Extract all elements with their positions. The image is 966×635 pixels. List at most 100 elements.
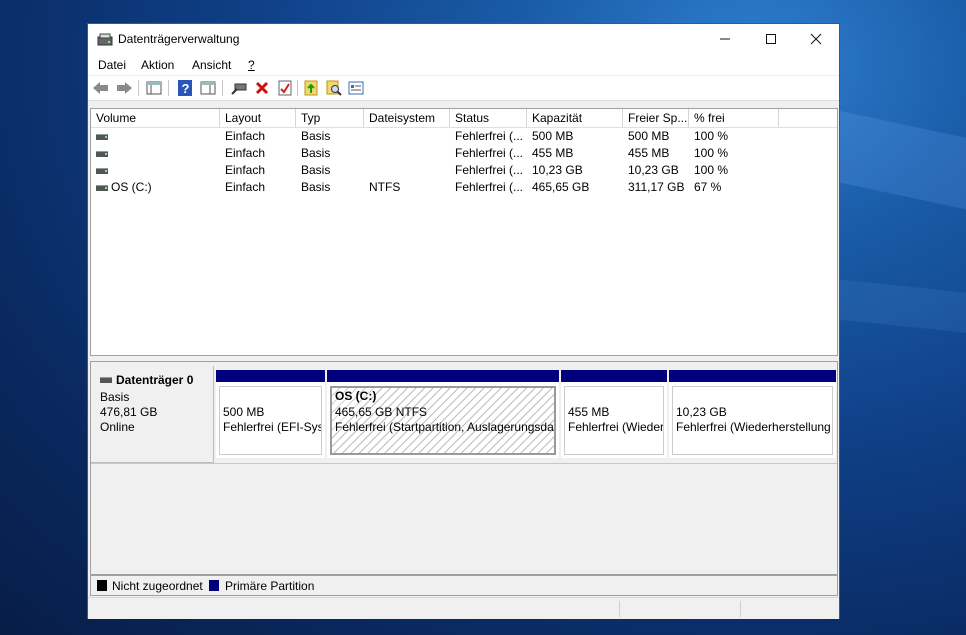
volume-list-header: Volume Layout Typ Dateisystem Status Kap… [91,109,837,128]
title-bar[interactable]: Datenträgerverwaltung [88,24,839,54]
disk-type: Basis [100,390,130,404]
status-bar [88,597,839,619]
cell-dateisystem: NTFS [369,180,401,194]
legend-swatch-primary [209,580,219,591]
toolbar-separator [297,80,298,96]
window-title: Datenträgerverwaltung [118,32,240,46]
properties-button[interactable] [276,79,294,97]
cell-status: Fehlerfrei (... [455,180,524,194]
menu-bar: Datei Aktion Ansicht ? [88,54,839,75]
column-header-kapazitaet[interactable]: Kapazität [527,109,623,127]
column-header-typ[interactable]: Typ [296,109,364,127]
details-button[interactable] [347,79,365,97]
column-header-volume[interactable]: Volume [91,109,220,127]
maximize-icon [766,34,776,44]
partition-recovery-1[interactable]: 455 MB Fehlerfrei (Wieder [561,370,667,458]
back-arrow-icon [93,82,108,94]
partition-header-bar [327,370,559,382]
cell-dateisystem [364,162,450,179]
open-folder-icon [304,80,318,96]
details-icon [348,81,364,95]
partition-size: 500 MB [223,405,265,419]
connect-button[interactable] [230,79,248,97]
partition-header-bar [216,370,325,382]
disk-name-text: Datenträger 0 [116,373,194,387]
cell-typ: Basis [301,180,331,194]
cell-status: Fehlerfrei (... [455,146,524,160]
cell-kapazitaet: 465,65 GB [532,180,590,194]
cell-volume [106,162,220,179]
cell-kapazitaet: 500 MB [532,129,574,143]
menu-datei[interactable]: Datei [98,58,126,72]
cell-freier-speicher: 311,17 GB [628,180,685,194]
forward-arrow-icon [117,82,132,94]
partition-status: Fehlerfrei (Wiederherstellung [676,420,831,434]
column-header-freier-speicher[interactable]: Freier Sp... [623,109,689,127]
properties-icon [278,80,292,96]
svg-text:?: ? [182,81,190,96]
minimize-button[interactable] [702,24,748,54]
action-pane-button[interactable] [199,79,217,97]
table-row[interactable]: Einfach Basis Fehlerfrei (... 455 MB 455… [91,145,837,162]
disk-state: Online [100,420,135,434]
console-tree-icon [146,81,162,95]
disk-row-separator [91,463,837,464]
menu-help[interactable]: ? [248,58,255,72]
partition-recovery-2[interactable]: 10,23 GB Fehlerfrei (Wiederherstellung [669,370,836,458]
close-button[interactable] [793,24,839,54]
disk-info-panel[interactable]: Datenträger 0 Basis 476,81 GB Online [91,366,214,463]
cell-volume [106,128,220,145]
partition-status: Fehlerfrei (EFI-Syst [223,420,322,434]
legend-label-primary: Primäre Partition [225,579,315,593]
cell-status: Fehlerfrei (... [455,163,524,177]
cell-prozent-frei: 100 % [694,129,729,143]
disk-icon [100,377,112,383]
maximize-button[interactable] [748,24,794,54]
partition-os-c[interactable]: OS (C:) 465,65 GB NTFS Fehlerfrei (Start… [327,370,559,458]
partition-body: 500 MB Fehlerfrei (EFI-Syst [219,386,322,455]
close-icon [810,33,822,45]
search-button[interactable] [325,79,343,97]
cell-status: Fehlerfrei (... [455,129,524,143]
cell-dateisystem [364,145,450,162]
partition-body: 455 MB Fehlerfrei (Wieder [564,386,664,455]
partition-efi[interactable]: 500 MB Fehlerfrei (EFI-Syst [216,370,325,458]
partition-status: Fehlerfrei (Wieder [568,420,664,434]
menu-aktion[interactable]: Aktion [141,58,174,72]
cell-prozent-frei: 100 % [694,146,729,160]
back-button[interactable] [92,79,110,97]
table-row[interactable]: Einfach Basis Fehlerfrei (... 500 MB 500… [91,128,837,145]
volume-list[interactable]: Volume Layout Typ Dateisystem Status Kap… [90,108,838,356]
disk-management-window: Datenträgerverwaltung Datei Aktion Ansic… [87,23,840,619]
partition-header-bar [561,370,667,382]
column-header-status[interactable]: Status [450,109,527,127]
delete-button[interactable] [253,79,271,97]
cell-kapazitaet: 10,23 GB [532,163,583,177]
partition-body: 10,23 GB Fehlerfrei (Wiederherstellung [672,386,833,455]
cell-volume [106,145,220,162]
cell-freier-speicher: 455 MB [628,146,670,160]
cell-freier-speicher: 10,23 GB [628,163,679,177]
cell-typ: Basis [301,129,331,143]
disk-graphical-view[interactable]: Datenträger 0 Basis 476,81 GB Online 500… [90,361,838,575]
table-row[interactable]: OS (C:) Einfach Basis NTFS Fehlerfrei (.… [91,179,837,196]
legend-label-unallocated: Nicht zugeordnet [112,579,203,593]
column-header-prozent-frei[interactable]: % frei [689,109,779,127]
open-folder-button[interactable] [302,79,320,97]
partition-status: Fehlerfrei (Startpartition, Auslagerungs… [335,420,556,434]
legend-swatch-unallocated [97,580,107,591]
toolbar-separator [168,80,169,96]
column-header-dateisystem[interactable]: Dateisystem [364,109,450,127]
cell-layout: Einfach [225,146,266,160]
partition-size: 10,23 GB [676,405,727,419]
console-tree-button[interactable] [145,79,163,97]
help-button[interactable]: ? [176,79,194,97]
partition-size: 465,65 GB NTFS [335,405,428,419]
table-row[interactable]: Einfach Basis Fehlerfrei (... 10,23 GB 1… [91,162,837,179]
cell-layout: Einfach [225,180,266,194]
cell-layout: Einfach [225,129,266,143]
forward-button[interactable] [115,79,133,97]
menu-ansicht[interactable]: Ansicht [192,58,231,72]
column-header-layout[interactable]: Layout [220,109,296,127]
cell-typ: Basis [301,163,331,177]
